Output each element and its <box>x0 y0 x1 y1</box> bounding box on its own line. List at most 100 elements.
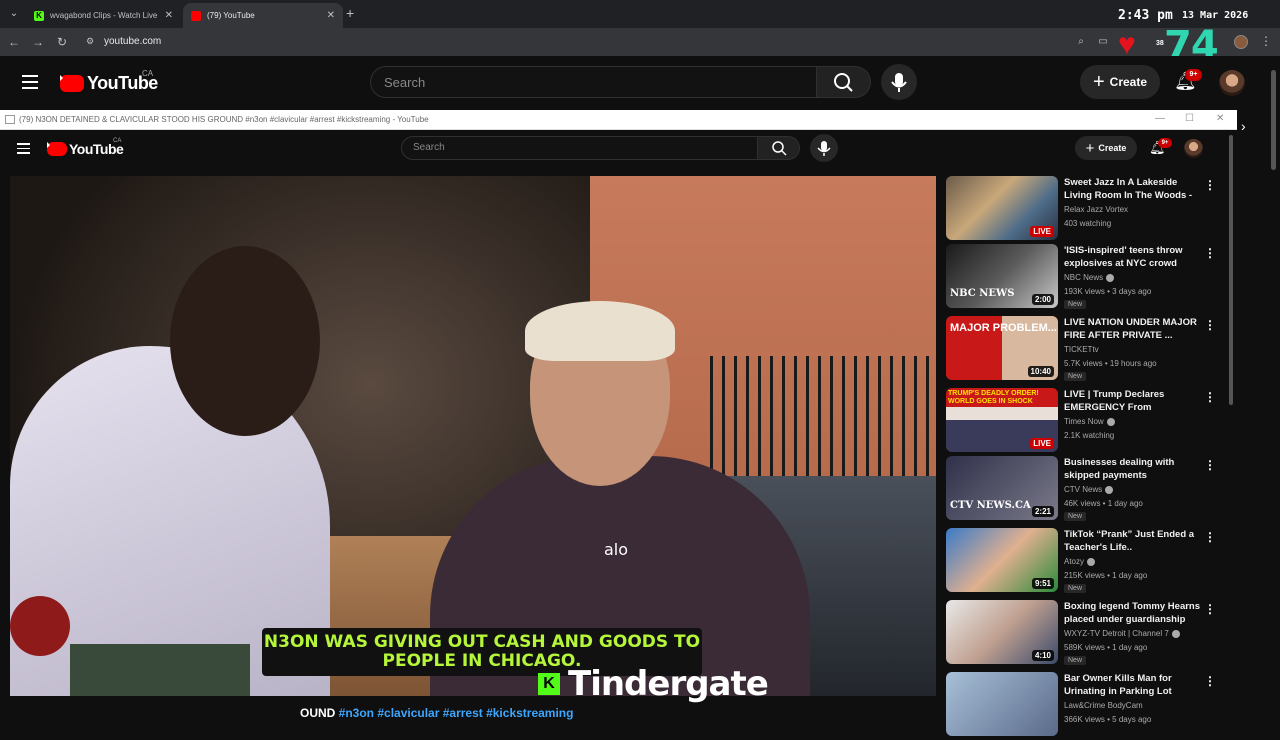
channel-name-text: Law&Crime BodyCam <box>1064 701 1143 710</box>
search-button[interactable] <box>758 136 800 160</box>
window-title: (79) N3ON DETAINED & CLAVICULAR STOOD HI… <box>19 115 429 124</box>
recommended-video[interactable]: LIVE Sweet Jazz In A Lakeside Living Room… <box>946 176 1226 244</box>
recommended-video[interactable]: 9:51 TikTok “Prank” Just Ended a Teacher'… <box>946 528 1226 596</box>
tab-youtube[interactable]: (79) YouTube ✕ <box>183 3 343 28</box>
profile-icon[interactable] <box>1234 35 1248 49</box>
video-thumbnail[interactable]: 9:51 <box>946 528 1058 592</box>
video-title[interactable]: Sweet Jazz In A Lakeside Living Room In … <box>1064 176 1204 203</box>
more-actions-icon[interactable]: ⋮ <box>1204 318 1216 332</box>
more-actions-icon[interactable]: ⋮ <box>1204 674 1216 688</box>
channel-name[interactable]: Relax Jazz Vortex <box>1064 205 1128 214</box>
browser-tabbar: ⌄ K wvagabond Clips - Watch Live ... ✕ (… <box>0 0 1280 28</box>
channel-name[interactable]: Atozy <box>1064 557 1096 566</box>
video-meta: 46K views • 1 day ago <box>1064 499 1143 508</box>
video-thumbnail[interactable]: MAJOR PROBLEM... 10:40 <box>946 316 1058 380</box>
menu-icon[interactable] <box>17 143 30 154</box>
voice-search-button[interactable] <box>810 134 838 162</box>
youtube-logo[interactable]: YouTube CA <box>60 69 158 94</box>
youtube-header: YouTube CA Search + Create 🔔︎ 9+ <box>0 56 1280 110</box>
inner-scrollbar[interactable] <box>1229 135 1233 405</box>
new-badge: New <box>1064 372 1087 381</box>
search-input[interactable]: Search <box>401 136 758 160</box>
more-actions-icon[interactable]: ⋮ <box>1204 530 1216 544</box>
zoom-icon[interactable]: ⌕ <box>1075 36 1087 48</box>
youtube-favicon-icon <box>191 10 201 21</box>
video-thumbnail[interactable]: NBC NEWS 2:00 <box>946 244 1058 308</box>
video-title[interactable]: TikTok “Prank” Just Ended a Teacher's Li… <box>1064 528 1204 554</box>
avatar[interactable] <box>1219 70 1245 96</box>
more-actions-icon[interactable]: ⋮ <box>1204 178 1216 192</box>
video-title[interactable]: LIVE NATION UNDER MAJOR FIRE AFTER PRIVA… <box>1064 316 1204 342</box>
recommended-video[interactable]: MAJOR PROBLEM... 10:40 LIVE NATION UNDER M… <box>946 316 1226 384</box>
youtube-logo[interactable]: YouTube CA <box>47 138 124 157</box>
channel-name[interactable]: TICKETtv <box>1064 345 1099 354</box>
channel-name[interactable]: Times Now <box>1064 417 1115 426</box>
site-info-icon[interactable]: ⚙ <box>86 36 98 48</box>
tab-kick-clips[interactable]: K wvagabond Clips - Watch Live ... ✕ <box>26 3 181 28</box>
video-player[interactable]: alo N3ON WAS GIVING OUT CASH AND GOODS T… <box>10 176 936 696</box>
channel-name-text: TICKETtv <box>1064 345 1099 354</box>
cast-icon[interactable]: ▭ <box>1097 36 1109 48</box>
video-thumbnail[interactable] <box>946 672 1058 736</box>
video-title[interactable]: LIVE | Trump Declares EMERGENCY From Whi… <box>1064 388 1204 415</box>
video-meta: 5.7K views • 19 hours ago <box>1064 359 1157 368</box>
recommended-video[interactable]: CTV NEWS.CA 2:21 Businesses dealing with s… <box>946 456 1226 524</box>
minimize-icon[interactable]: — <box>1155 113 1165 124</box>
streamer-overlay <box>10 596 70 656</box>
tab-search-icon[interactable]: ⌄ <box>6 6 22 22</box>
back-icon[interactable]: ← <box>6 34 22 50</box>
new-badge: New <box>1064 656 1087 665</box>
notification-badge: 9+ <box>1158 138 1172 148</box>
video-thumbnail[interactable]: CTV NEWS.CA 2:21 <box>946 456 1058 520</box>
country-code: CA <box>113 138 122 144</box>
notification-badge: 9+ <box>1185 69 1202 81</box>
video-hashtags[interactable]: #n3on #clavicular #arrest #kickstreaming <box>339 706 574 720</box>
more-actions-icon[interactable]: ⋮ <box>1204 458 1216 472</box>
more-actions-icon[interactable]: ⋮ <box>1204 390 1216 404</box>
plus-icon: + <box>1085 139 1095 157</box>
duration-badge: 2:21 <box>1031 506 1054 517</box>
video-title-text: OUND <box>300 706 339 720</box>
video-thumbnail[interactable]: LIVE <box>946 176 1058 240</box>
page-scrollbar[interactable] <box>1271 70 1276 170</box>
forward-icon[interactable]: → <box>30 34 46 50</box>
close-icon[interactable]: ✕ <box>1216 113 1224 124</box>
video-title[interactable]: Bar Owner Kills Man for Urinating in Par… <box>1064 672 1204 698</box>
close-tab-icon[interactable]: ✕ <box>327 10 335 21</box>
new-tab-icon[interactable]: + <box>346 5 354 21</box>
chevron-right-icon[interactable]: › <box>1241 118 1246 134</box>
video-title[interactable]: Businesses dealing with skipped payments <box>1064 456 1204 482</box>
menu-icon[interactable] <box>22 75 38 89</box>
browser-menu-icon[interactable]: ⋮ <box>1260 34 1272 48</box>
create-button[interactable]: + Create <box>1080 65 1160 99</box>
heart-count: 38 <box>1156 40 1164 47</box>
maximize-icon[interactable]: ☐ <box>1185 113 1194 124</box>
create-button[interactable]: + Create <box>1075 136 1137 160</box>
search-input[interactable]: Search <box>370 66 817 98</box>
more-actions-icon[interactable]: ⋮ <box>1204 246 1216 260</box>
avatar[interactable] <box>1184 139 1203 158</box>
voice-search-button[interactable] <box>881 64 917 100</box>
video-thumbnail[interactable]: 4:10 <box>946 600 1058 664</box>
channel-name[interactable]: Law&Crime BodyCam <box>1064 701 1143 710</box>
shirt-logo: alo <box>604 540 629 559</box>
more-actions-icon[interactable]: ⋮ <box>1204 602 1216 616</box>
close-tab-icon[interactable]: ✕ <box>165 10 173 21</box>
video-title[interactable]: 'ISIS-inspired' teens throw explosives a… <box>1064 244 1204 270</box>
video-meta: 589K views • 1 day ago <box>1064 643 1148 652</box>
recommended-video[interactable]: Bar Owner Kills Man for Urinating in Par… <box>946 672 1226 740</box>
recommended-video[interactable]: TRUMP'S DEADLY ORDER! WORLD GOES IN SHOC… <box>946 388 1226 456</box>
channel-name[interactable]: WXYZ-TV Detroit | Channel 7 <box>1064 629 1180 638</box>
reload-icon[interactable]: ↻ <box>54 34 70 50</box>
video-meta: 2.1K watching <box>1064 431 1115 440</box>
video-frame <box>170 246 320 436</box>
recommended-video[interactable]: NBC NEWS 2:00 'ISIS-inspired' teens throw … <box>946 244 1226 312</box>
channel-name[interactable]: CTV News <box>1064 485 1114 494</box>
thumbnail-text: MAJOR PROBLEM... <box>950 322 1057 334</box>
channel-name[interactable]: NBC News <box>1064 273 1115 282</box>
recommended-video[interactable]: 4:10 Boxing legend Tommy Hearns placed un… <box>946 600 1226 668</box>
search-button[interactable] <box>817 66 871 98</box>
video-thumbnail[interactable]: TRUMP'S DEADLY ORDER! WORLD GOES IN SHOC… <box>946 388 1058 452</box>
address-bar[interactable]: ⚙ youtube.com <box>80 31 1100 53</box>
video-title[interactable]: Boxing legend Tommy Hearns placed under … <box>1064 600 1204 627</box>
